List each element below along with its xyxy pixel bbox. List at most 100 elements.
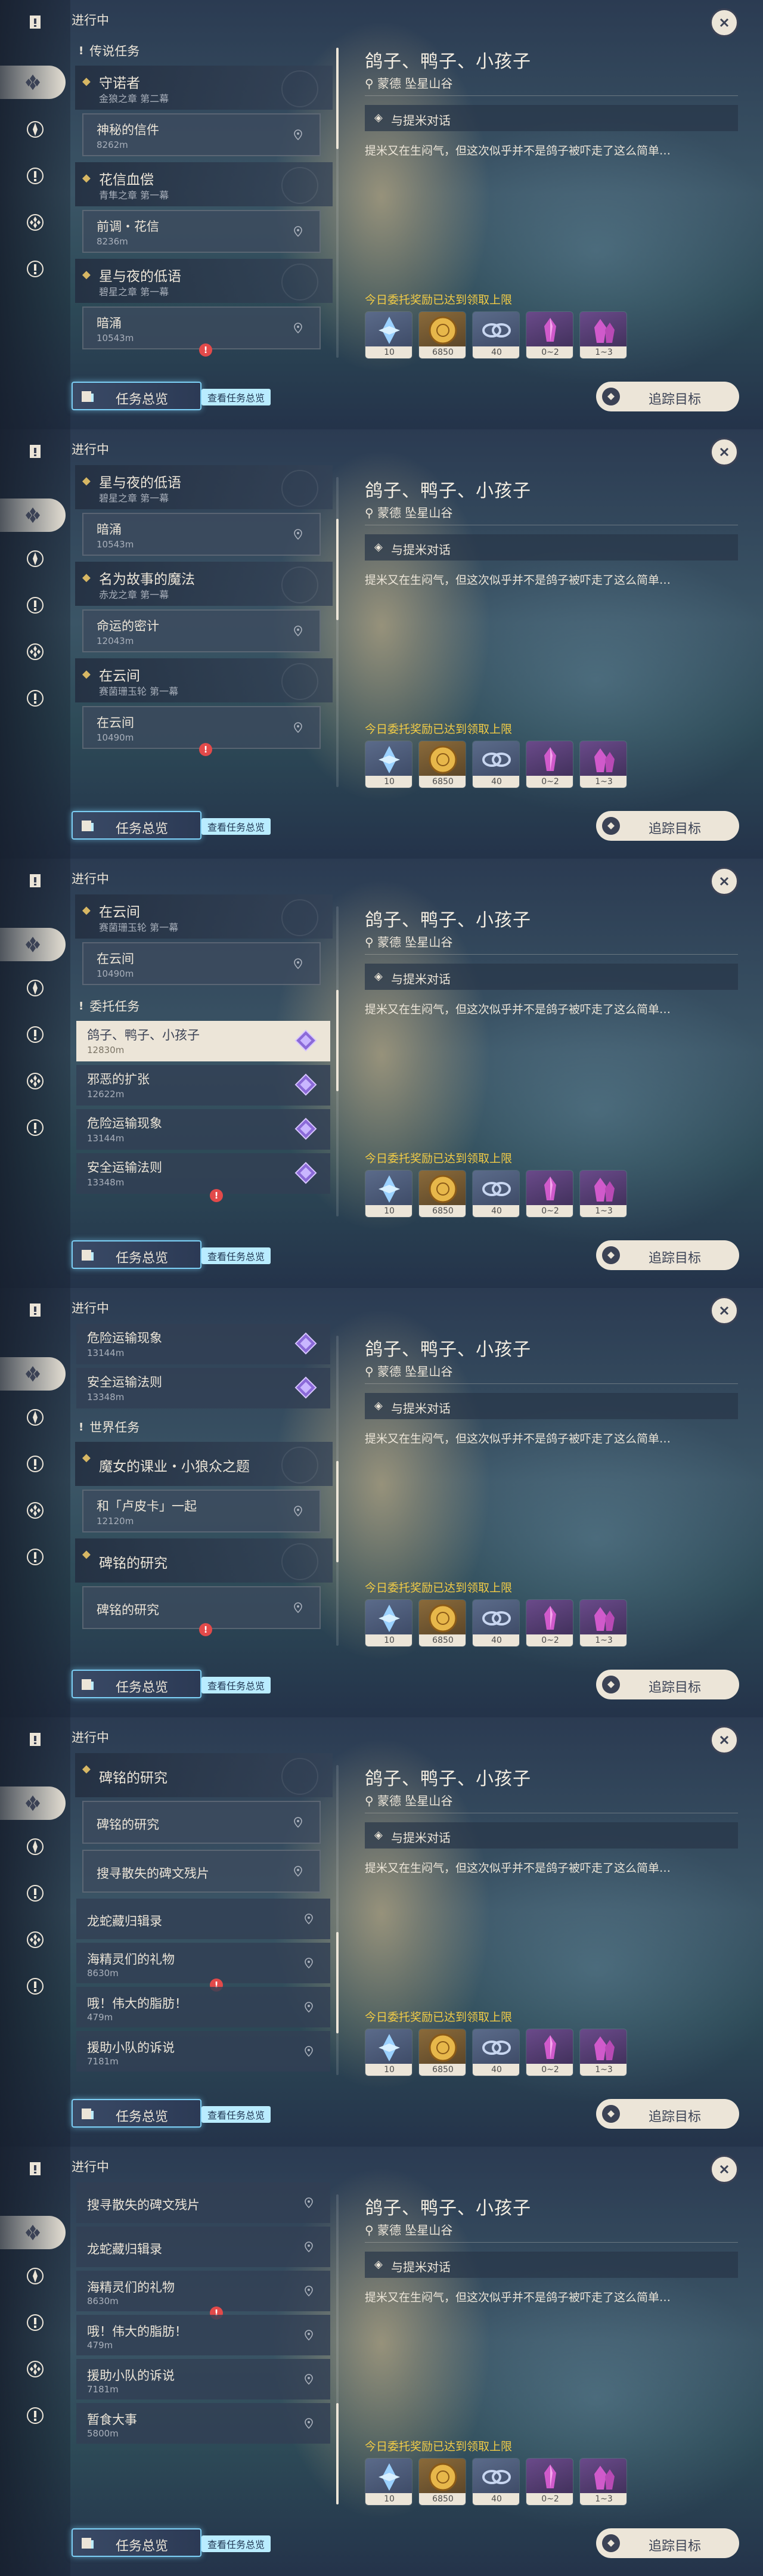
quest-group-header[interactable]: ◆ 在云间 赛菌珊玉轮 第一幕	[75, 658, 333, 702]
quest-step-item[interactable]: 和「卢皮卡」一起 12120m	[82, 1490, 321, 1532]
location-pin-icon[interactable]	[292, 1602, 304, 1614]
quest-step-item[interactable]: 前调・花信 8236m	[82, 210, 321, 253]
commission-quests-icon[interactable]	[0, 928, 66, 961]
commission-item[interactable]: 鸽子、鸭子、小孩子 12830m	[76, 1021, 330, 1061]
quest-group-header[interactable]: ◆ 星与夜的低语 碧星之章 第一幕	[75, 465, 333, 509]
reward-item[interactable]: 1~3	[579, 1599, 627, 1647]
quest-step-item[interactable]: 暗涌 10543m	[82, 513, 321, 556]
quest-overview-button[interactable]: 任务总览	[72, 2099, 201, 2128]
commission-quests-icon[interactable]	[0, 66, 66, 99]
location-pin-icon[interactable]	[303, 1913, 315, 1925]
location-pin-icon[interactable]	[292, 1865, 304, 1877]
story-quest-icon[interactable]	[21, 2309, 49, 2336]
location-pin-icon[interactable]	[303, 2373, 315, 2385]
close-icon[interactable]	[710, 2155, 739, 2184]
reward-item[interactable]: 10	[365, 741, 412, 788]
reward-item[interactable]: 6850	[418, 741, 466, 788]
location-pin-icon[interactable]	[292, 722, 304, 733]
close-icon[interactable]	[710, 438, 739, 466]
commission-quests-icon[interactable]	[0, 1787, 66, 1820]
reward-item[interactable]: 1~3	[579, 741, 627, 788]
reward-item[interactable]: 6850	[418, 1170, 466, 1218]
commission-item[interactable]: 危险运输现象 13144m	[76, 1109, 330, 1150]
quest-overview-button[interactable]: 任务总览	[72, 1670, 201, 1698]
quest-overview-button[interactable]: 任务总览	[72, 2528, 201, 2557]
reward-item[interactable]: 10	[365, 311, 412, 359]
quest-book-icon[interactable]	[21, 2155, 49, 2182]
quest-step-item[interactable]: 在云间 10490m	[82, 942, 321, 985]
world-quest-icon[interactable]	[21, 255, 49, 283]
quest-book-icon[interactable]	[21, 1726, 49, 1753]
world-quest-icon[interactable]	[21, 1543, 49, 1571]
quest-group-header[interactable]: ◆ 碑铭的研究	[75, 1753, 333, 1797]
commission-icon[interactable]	[21, 209, 49, 236]
quest-step-item[interactable]: 命运的密计 12043m	[82, 609, 321, 652]
quest-book-icon[interactable]	[21, 438, 49, 465]
location-pin-icon[interactable]	[303, 1957, 315, 1969]
story-quest-icon[interactable]	[21, 162, 49, 190]
location-pin-icon[interactable]	[292, 528, 304, 540]
scrollbar-thumb[interactable]	[336, 990, 339, 1091]
quest-step-item[interactable]: 神秘的信件 8262m	[82, 113, 321, 156]
location-pin-icon[interactable]	[303, 2329, 315, 2341]
reward-item[interactable]: 40	[472, 1170, 520, 1218]
world-quest-item[interactable]: 搜寻散失的碑文残片	[76, 2182, 330, 2223]
reward-item[interactable]: 10	[365, 1599, 412, 1647]
location-pin-icon[interactable]	[292, 625, 304, 637]
commission-icon[interactable]	[21, 1067, 49, 1095]
reward-item[interactable]: 40	[472, 741, 520, 788]
story-quest-icon[interactable]	[21, 1880, 49, 1907]
scrollbar-thumb[interactable]	[336, 48, 339, 149]
world-quest-item[interactable]: 龙蛇藏归辑录	[76, 2227, 330, 2267]
commission-item[interactable]: 邪恶的扩张 12622m	[76, 1065, 330, 1106]
world-quest-item[interactable]: 哦！伟大的脂肪！ 479m	[76, 1987, 330, 2027]
reward-item[interactable]: 1~3	[579, 2029, 627, 2076]
quest-step-item[interactable]: 在云间 10490m!	[82, 706, 321, 756]
world-quest-item[interactable]: 援助小队的诉说 7181m	[76, 2359, 330, 2399]
world-quest-item[interactable]: 援助小队的诉说 7181m	[76, 2031, 330, 2072]
quest-step-item[interactable]: 碑铭的研究	[82, 1801, 321, 1844]
reward-item[interactable]: 6850	[418, 311, 466, 359]
world-quest-icon[interactable]	[21, 685, 49, 712]
quest-overview-button[interactable]: 任务总览	[72, 382, 201, 410]
track-target-button[interactable]: 追踪目标	[596, 2099, 739, 2129]
archon-quest-icon[interactable]	[21, 1404, 49, 1431]
quest-list[interactable]: ! 传说任务 ◆ 守诺者 金狼之章 第二幕 神秘的信件 8262m ◆ 花信血偿 青隼之章 第一幕…	[70, 36, 337, 382]
location-pin-icon[interactable]	[303, 2001, 315, 2013]
commission-icon[interactable]	[21, 1926, 49, 1953]
commission-quests-icon[interactable]	[0, 2216, 66, 2249]
quest-book-icon[interactable]	[21, 867, 49, 894]
reward-item[interactable]: 6850	[418, 2458, 466, 2506]
location-pin-icon[interactable]	[303, 2417, 315, 2429]
track-target-button[interactable]: 追踪目标	[596, 1240, 739, 1270]
reward-item[interactable]: 40	[472, 2458, 520, 2506]
reward-item[interactable]: 0~2	[526, 2029, 573, 2076]
reward-item[interactable]: 6850	[418, 1599, 466, 1647]
world-quest-icon[interactable]	[21, 1973, 49, 2000]
reward-item[interactable]: 0~2	[526, 311, 573, 359]
quest-list[interactable]: 搜寻散失的碑文残片 龙蛇藏归辑录 海精灵们的礼物 8630m! 哦！伟大的脂肪！ 479m…	[70, 2182, 337, 2528]
track-target-button[interactable]: 追踪目标	[596, 382, 739, 411]
commission-icon[interactable]	[21, 2355, 49, 2383]
story-quest-icon[interactable]	[21, 592, 49, 619]
scrollbar-thumb[interactable]	[336, 1932, 339, 2033]
quest-group-header[interactable]: ◆ 花信血偿 青隼之章 第一幕	[75, 162, 333, 206]
commission-item[interactable]: 危险运输现象 13144m	[76, 1324, 330, 1364]
commission-quests-icon[interactable]	[0, 499, 66, 532]
world-quest-icon[interactable]	[21, 2402, 49, 2429]
quest-group-header[interactable]: ◆ 星与夜的低语 碧星之章 第一幕	[75, 259, 333, 303]
location-pin-icon[interactable]	[303, 2285, 315, 2297]
quest-list[interactable]: ◆ 碑铭的研究 碑铭的研究 搜寻散失的碑文残片 龙蛇藏归辑录 海精灵们的礼物 8630m! 哦…	[70, 1753, 337, 2099]
location-pin-icon[interactable]	[292, 1505, 304, 1517]
reward-item[interactable]: 40	[472, 1599, 520, 1647]
reward-item[interactable]: 1~3	[579, 311, 627, 359]
quest-list[interactable]: ◆ 星与夜的低语 碧星之章 第一幕 暗涌 10543m ◆ 名为故事的魔法 赤龙之章 第一幕命…	[70, 465, 337, 811]
location-pin-icon[interactable]	[292, 322, 304, 334]
quest-book-icon[interactable]	[21, 1296, 49, 1324]
scrollbar-thumb[interactable]	[336, 2403, 339, 2504]
archon-quest-icon[interactable]	[21, 116, 49, 143]
archon-quest-icon[interactable]	[21, 545, 49, 572]
archon-quest-icon[interactable]	[21, 1833, 49, 1860]
location-pin-icon[interactable]	[303, 2241, 315, 2253]
world-quest-icon[interactable]	[21, 1114, 49, 1141]
